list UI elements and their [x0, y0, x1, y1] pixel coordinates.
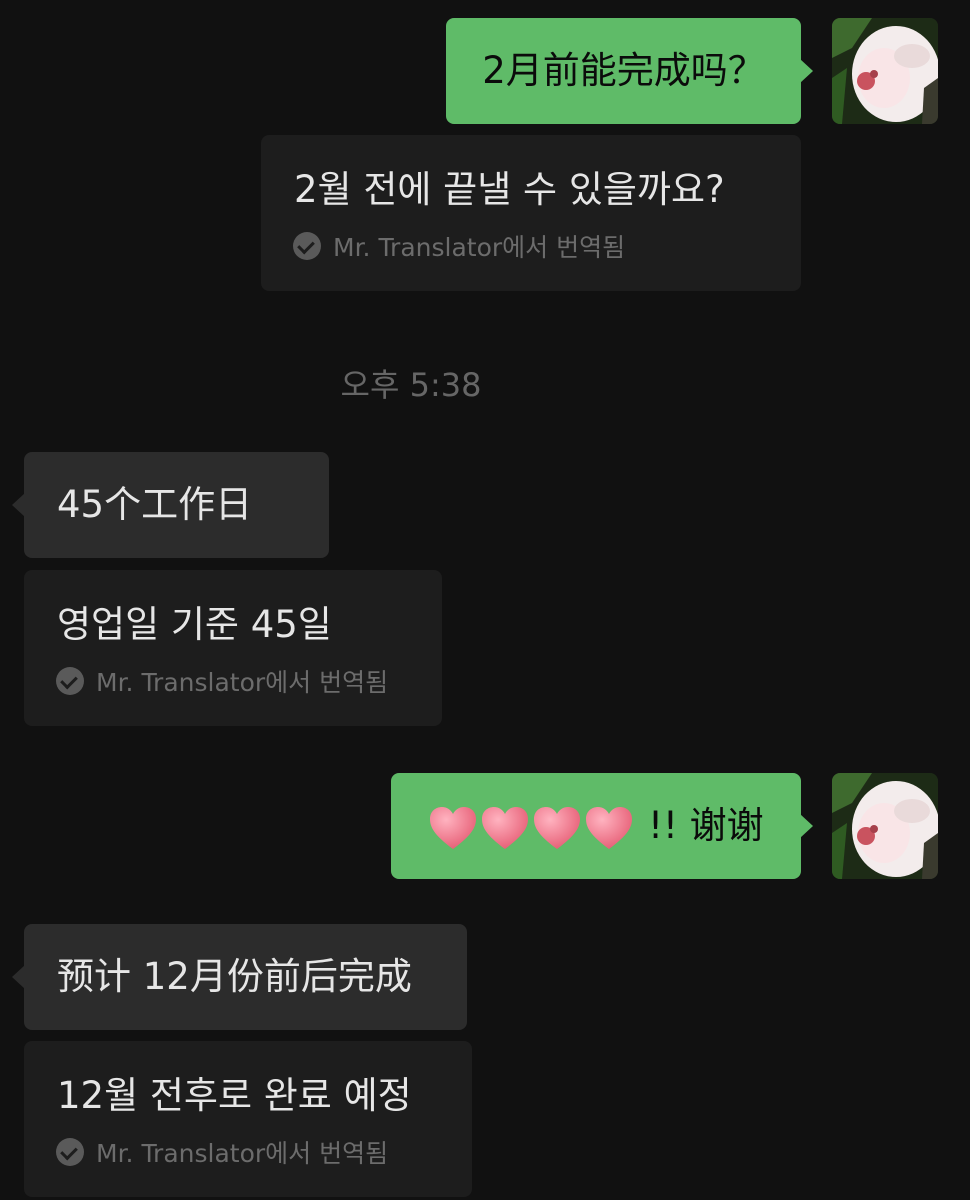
heart-emoji-icon [534, 806, 581, 849]
message-text: 预计 12月份前后完成 [57, 955, 412, 998]
user-avatar[interactable] [832, 773, 938, 879]
translation-source: Mr. Translator에서 번역됨 [96, 1139, 389, 1168]
outgoing-message-bubble[interactable]: 2月前能完成吗？ [446, 18, 813, 124]
avatar-image [832, 18, 938, 124]
check-circle-icon [56, 1138, 84, 1166]
heart-emoji-icon [482, 806, 529, 849]
timestamp: 오후 5:38 [340, 366, 482, 404]
check-circle-icon [293, 232, 321, 260]
translation-note: Mr. Translator에서 번역됨 [56, 1137, 389, 1168]
incoming-message-bubble[interactable]: 预计 12月份前后完成 [12, 924, 467, 1030]
translation-card[interactable]: 영업일 기준 45일 Mr. Translator에서 번역됨 [24, 570, 442, 726]
heart-emoji-group [428, 804, 648, 849]
message-text: 45个工作日 [57, 483, 253, 526]
avatar-image [832, 773, 938, 879]
message-text: !! 谢谢 [648, 804, 764, 847]
translated-text: 12월 전후로 완료 예정 [57, 1074, 412, 1117]
heart-emoji-icon [586, 806, 633, 849]
translation-source: Mr. Translator에서 번역됨 [333, 233, 626, 262]
heart-emoji-icon [430, 806, 477, 849]
outgoing-message-bubble[interactable]: !! 谢谢 [391, 773, 813, 879]
translation-note: Mr. Translator에서 번역됨 [293, 231, 626, 262]
chat-screen: 2月前能完成吗？ 2월 전에 끝낼 수 있을까요? Mr. Translator… [0, 0, 970, 1200]
translated-text: 2월 전에 끝낼 수 있을까요? [294, 168, 725, 211]
translated-text: 영업일 기준 45일 [57, 603, 332, 646]
translation-source: Mr. Translator에서 번역됨 [96, 668, 389, 697]
check-circle-icon [56, 667, 84, 695]
translation-card[interactable]: 12월 전후로 완료 예정 Mr. Translator에서 번역됨 [24, 1041, 472, 1197]
incoming-message-bubble[interactable]: 45个工作日 [12, 452, 329, 558]
message-text: 2月前能完成吗？ [482, 49, 765, 92]
translation-card[interactable]: 2월 전에 끝낼 수 있을까요? Mr. Translator에서 번역됨 [261, 135, 801, 291]
user-avatar[interactable] [832, 18, 938, 124]
translation-note: Mr. Translator에서 번역됨 [56, 666, 389, 697]
